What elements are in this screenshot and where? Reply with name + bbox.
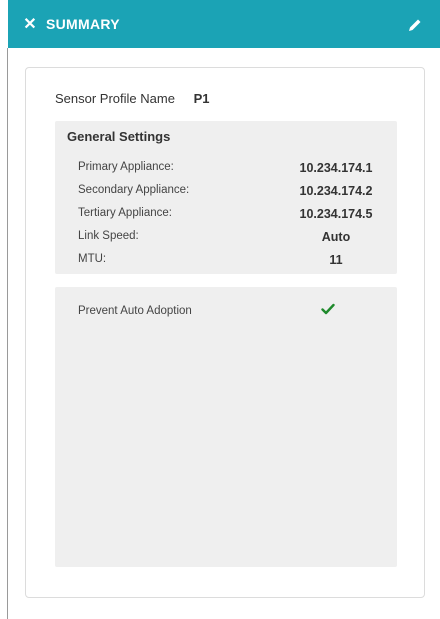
tertiary-appliance-value: 10.234.174.5 [299,207,373,221]
adoption-panel: Prevent Auto Adoption [55,287,397,567]
link-speed-value: Auto [321,230,351,244]
general-settings-panel: General Settings Primary Appliance: 10.2… [55,121,397,274]
settings-row-secondary-appliance: Secondary Appliance: 10.234.174.2 [78,184,388,200]
mtu-label: MTU: [78,253,107,265]
close-icon: ✕ [23,16,37,33]
settings-row-link-speed: Link Speed: Auto [78,230,388,246]
summary-card: Sensor Profile Name P1 General Settings … [25,67,425,598]
settings-row-tertiary-appliance: Tertiary Appliance: 10.234.174.5 [78,207,388,223]
tertiary-appliance-label: Tertiary Appliance: [78,207,172,219]
profile-name-label: Sensor Profile Name [55,91,175,106]
left-divider [7,48,8,619]
profile-name-value: P1 [193,91,210,106]
pencil-icon [409,19,421,31]
settings-row-primary-appliance: Primary Appliance: 10.234.174.1 [78,161,388,177]
secondary-appliance-value: 10.234.174.2 [299,184,373,198]
check-icon [321,303,335,315]
profile-name-row: Sensor Profile Name P1 [55,91,210,106]
secondary-appliance-label: Secondary Appliance: [78,184,190,196]
edit-button[interactable] [404,14,426,36]
mtu-value: 11 [329,253,343,267]
page-title: SUMMARY [46,16,120,32]
settings-row-mtu: MTU: 11 [78,253,388,269]
prevent-auto-adoption-label: Prevent Auto Adoption [78,305,192,317]
summary-header: ✕ SUMMARY [8,0,440,48]
close-button[interactable]: ✕ [20,14,40,34]
link-speed-label: Link Speed: [78,230,139,242]
primary-appliance-label: Primary Appliance: [78,161,174,173]
general-settings-title: General Settings [67,129,171,144]
primary-appliance-value: 10.234.174.1 [299,161,373,175]
